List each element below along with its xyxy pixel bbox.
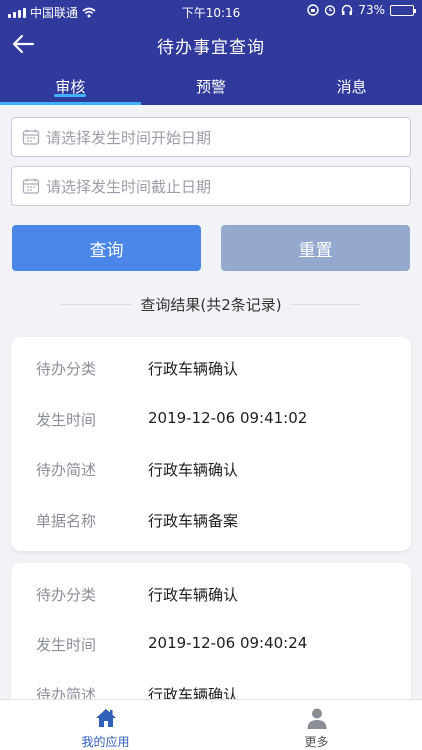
field-label: 单据名称	[36, 512, 97, 530]
page-title: 待办事宜查询	[157, 38, 265, 58]
field-row: 发生时间 2019-12-06 09:41:02	[11, 409, 411, 433]
home-icon	[95, 709, 116, 727]
result-card[interactable]: 待办分类 行政车辆确认 发生时间 2019-12-06 09:41:02 待办简述行…	[11, 337, 411, 551]
battery-percent: 73%	[358, 3, 385, 17]
field-value: 行政车辆确认	[148, 461, 239, 479]
start-date-field[interactable]: 请选择发生时间开始日期	[11, 117, 411, 157]
calendar-icon	[22, 129, 40, 145]
field-label: 待办分类	[36, 360, 97, 378]
bottom-nav-my-apps[interactable]: 我的应用	[0, 700, 211, 750]
field-value: 行政车辆确认	[148, 360, 239, 378]
result-summary: 查询结果(共2条记录)	[0, 294, 422, 315]
active-tab-indicator	[0, 102, 141, 105]
field-row: 待办简述 行政车辆确认	[11, 459, 411, 483]
field-row: 发生时间 2019-12-06 09:40:24	[11, 634, 411, 658]
tab-message[interactable]: 消息	[281, 66, 422, 105]
field-value: 行政车辆确认	[148, 586, 239, 604]
query-button[interactable]: 查询	[12, 225, 201, 271]
field-label: 发生时间	[36, 636, 97, 654]
bottom-nav-more[interactable]: 更多	[211, 700, 422, 750]
field-value: 2019-12-06 09:41:02	[148, 409, 308, 427]
field-row: 待办分类 行政车辆确认	[11, 358, 411, 382]
status-bar: 中国联通 下午10:16 73%	[0, 0, 422, 22]
end-date-field[interactable]: 请选择发生时间截止日期	[11, 166, 411, 206]
navigation-bar: 待办事宜查询	[0, 22, 422, 66]
tab-warning[interactable]: 预警	[141, 66, 282, 105]
field-label: 待办简述	[36, 461, 97, 479]
field-value: 2019-12-06 09:40:24	[148, 634, 308, 652]
battery-icon	[390, 4, 416, 16]
bottom-nav-label: 更多	[304, 735, 329, 749]
rotation-lock-icon	[307, 4, 320, 16]
app-header: 中国联通 下午10:16 73% 待办事宜查询 审核 预警 消息	[0, 0, 422, 105]
field-row: 待办分类 行政车辆确认	[11, 584, 411, 608]
alarm-icon	[325, 5, 336, 16]
bottom-nav-label: 我的应用	[81, 735, 130, 749]
tab-bar: 审核 预警 消息	[0, 66, 422, 105]
start-date-placeholder: 请选择发生时间开始日期	[46, 128, 212, 147]
reset-button[interactable]: 重置	[221, 225, 410, 271]
tab-audit[interactable]: 审核	[0, 66, 141, 105]
field-row: 单据名称 行政车辆备案	[11, 510, 411, 534]
field-value: 行政车辆备案	[148, 512, 239, 530]
end-date-placeholder: 请选择发生时间截止日期	[46, 177, 212, 196]
person-icon	[307, 708, 326, 729]
headphones-icon	[342, 4, 353, 15]
calendar-icon	[22, 178, 40, 194]
field-label: 待办分类	[36, 586, 97, 604]
bottom-nav: 我的应用 更多	[0, 699, 422, 750]
field-label: 发生时间	[36, 411, 97, 429]
